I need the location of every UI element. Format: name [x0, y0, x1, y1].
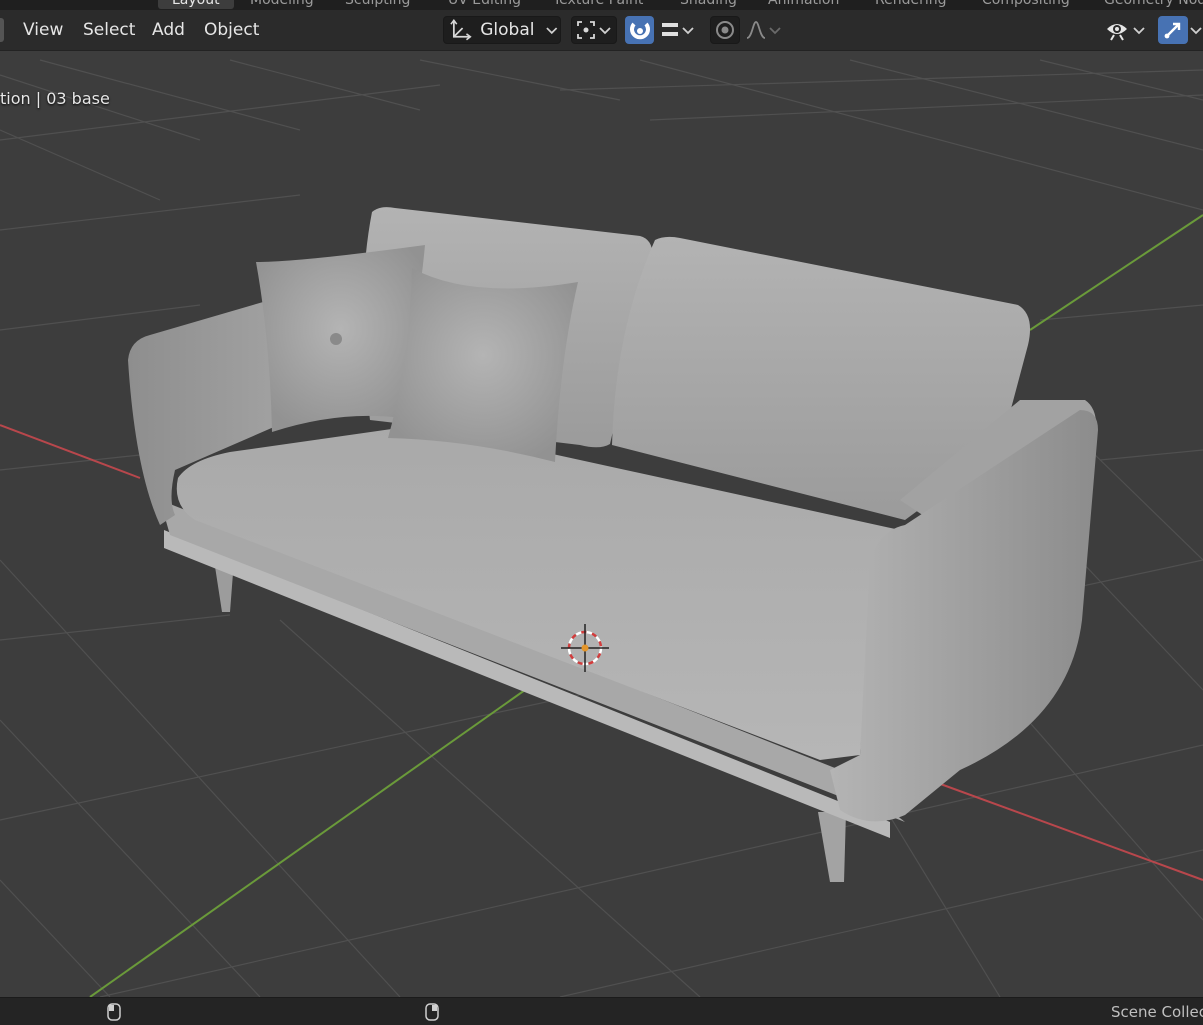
proportional-editing-icon: [716, 21, 734, 39]
workspace-tabs: Layout Modeling Sculpting UV Editing Tex…: [0, 0, 1203, 10]
tab-shading[interactable]: Shading: [680, 0, 737, 9]
tab-uv-editing[interactable]: UV Editing: [448, 0, 521, 9]
falloff-curve-icon: [746, 21, 766, 39]
status-bar: Scene Collec: [0, 997, 1203, 1025]
proportional-editing-toggle[interactable]: [710, 16, 740, 44]
viewport-overlay-title: tion | 03 base: [0, 89, 110, 108]
viewport-header: View Select Add Object Global: [0, 10, 1203, 51]
scene-collection-label: Scene Collec: [1111, 1003, 1203, 1021]
gizmo-toggle[interactable]: [1158, 16, 1188, 44]
menu-add[interactable]: Add: [152, 19, 185, 41]
chevron-down-icon: [599, 27, 611, 35]
editor-type-button[interactable]: [0, 18, 4, 42]
snap-toggle[interactable]: [625, 16, 654, 44]
menu-view[interactable]: View: [23, 19, 63, 41]
chevron-down-icon: [682, 27, 694, 35]
snap-magnet-icon: [629, 22, 650, 40]
tab-geometry-nodes[interactable]: Geometry Nodes: [1104, 0, 1203, 9]
mouse-left-icon: [107, 1003, 121, 1021]
mouse-right-icon: [425, 1003, 439, 1021]
chevron-down-icon: [1190, 27, 1202, 35]
visibility-dropdown[interactable]: [1102, 16, 1150, 44]
pillow-button: [330, 333, 342, 345]
pivot-point-icon: [577, 21, 595, 39]
chevron-down-icon: [1133, 27, 1145, 35]
transform-orientation-icon: [450, 19, 472, 41]
pivot-point-dropdown[interactable]: [571, 16, 617, 44]
sofa-leg: [818, 812, 846, 882]
gizmo-dropdown[interactable]: [1188, 16, 1203, 44]
3d-viewport[interactable]: [0, 51, 1203, 997]
falloff-dropdown[interactable]: [742, 16, 786, 44]
tab-animation[interactable]: Animation: [768, 0, 839, 9]
menu-select[interactable]: Select: [83, 19, 135, 41]
tab-sculpting[interactable]: Sculpting: [345, 0, 410, 9]
tab-modeling[interactable]: Modeling: [250, 0, 314, 9]
y-axis-line: [89, 689, 526, 997]
gizmo-toggle-icon: [1164, 22, 1181, 39]
menu-object[interactable]: Object: [204, 19, 259, 41]
chevron-down-icon: [769, 27, 781, 35]
visibility-eye-icon: [1107, 24, 1127, 41]
x-axis-line: [0, 424, 141, 479]
viewport-canvas[interactable]: [0, 51, 1203, 997]
transform-orientation-value: Global: [480, 20, 535, 40]
tab-rendering[interactable]: Rendering: [875, 0, 947, 9]
snap-target-dropdown[interactable]: [656, 16, 700, 44]
pillow-right: [388, 268, 578, 462]
tab-texture-paint[interactable]: Texture Paint: [553, 0, 643, 9]
snap-increment-icon: [662, 23, 678, 36]
tab-compositing[interactable]: Compositing: [982, 0, 1070, 9]
x-axis-line: [934, 781, 1203, 881]
sofa-mesh[interactable]: [128, 207, 1098, 882]
chevron-down-icon: [546, 27, 558, 35]
tab-layout[interactable]: Layout: [158, 0, 234, 9]
transform-orientation-dropdown[interactable]: Global: [443, 16, 561, 44]
